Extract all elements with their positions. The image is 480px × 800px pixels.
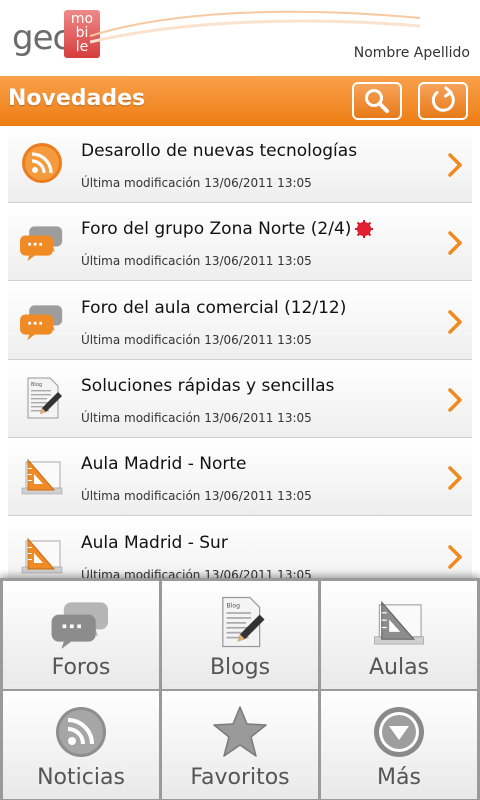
classroom-triangle-icon <box>369 595 429 649</box>
options-menu: Foros Blogs Aulas Noticias Favoritos Más <box>0 578 480 800</box>
menu-item-label: Blogs <box>209 655 271 680</box>
chat-bubbles-icon <box>20 298 64 342</box>
item-title: Soluciones rápidas y sencillas <box>81 376 335 396</box>
refresh-icon <box>431 86 455 112</box>
menu-item-label: Aulas <box>368 655 430 680</box>
item-subtitle: Última modificación 13/06/2011 13:05 <box>81 489 312 503</box>
menu-item-favoritos[interactable]: Favoritos <box>162 691 318 799</box>
chevron-right-icon <box>448 153 462 177</box>
menu-item-aulas[interactable]: Aulas <box>321 581 477 689</box>
header-swoosh-decoration <box>90 10 420 44</box>
menu-item-label: Noticias <box>37 765 125 790</box>
item-subtitle: Última modificación 13/06/2011 13:05 <box>81 333 312 347</box>
menu-item-noticias[interactable]: Noticias <box>3 691 159 799</box>
app-header: gec mo bi le Nombre Apellido <box>0 0 480 76</box>
rss-icon <box>56 707 106 757</box>
list-item[interactable]: Foro del grupo Zona Norte (2/4) Última m… <box>8 205 472 281</box>
menu-item-label: Favoritos <box>190 765 290 790</box>
list-item[interactable]: Soluciones rápidas y sencillas Última mo… <box>8 362 472 438</box>
chat-bubbles-icon <box>51 595 111 649</box>
chat-bubbles-icon <box>20 219 64 263</box>
rss-icon <box>20 141 64 185</box>
title-bar: Novedades <box>0 76 480 126</box>
new-badge-icon <box>355 220 374 238</box>
menu-item-blogs[interactable]: Blogs <box>162 581 318 689</box>
star-icon <box>213 706 267 757</box>
gec-mobile-logo: gec mo bi le <box>12 10 102 60</box>
list-item[interactable]: Desarollo de nuevas tecnologías Última m… <box>8 127 472 203</box>
search-icon <box>365 89 389 113</box>
blog-document-icon <box>210 595 270 649</box>
menu-item-foros[interactable]: Foros <box>3 581 159 689</box>
chevron-right-icon <box>448 545 462 569</box>
menu-item-label: Más <box>377 765 421 790</box>
item-title: Aula Madrid - Sur <box>81 533 228 553</box>
more-arrow-icon <box>374 707 424 757</box>
item-title: Aula Madrid - Norte <box>81 454 247 474</box>
page-title: Novedades <box>8 86 146 111</box>
item-title: Desarollo de nuevas tecnologías <box>81 141 358 161</box>
menu-item-label: Foros <box>51 655 111 680</box>
item-title: Foro del grupo Zona Norte (2/4) <box>81 219 352 239</box>
list-item[interactable]: Aula Madrid - Norte Última modificación … <box>8 440 472 516</box>
item-subtitle: Última modificación 13/06/2011 13:05 <box>81 176 312 190</box>
classroom-triangle-icon <box>20 454 64 498</box>
item-title: Foro del aula comercial (12/12) <box>81 298 347 318</box>
user-name[interactable]: Nombre Apellido <box>354 45 470 61</box>
item-subtitle: Última modificación 13/06/2011 13:05 <box>81 411 312 425</box>
chevron-right-icon <box>448 231 462 255</box>
list-item[interactable]: Foro del aula comercial (12/12) Última m… <box>8 284 472 360</box>
item-subtitle: Última modificación 13/06/2011 13:05 <box>81 254 312 268</box>
logo-gec-text: gec <box>12 18 71 58</box>
chevron-right-icon <box>448 310 462 334</box>
item-title-wrap: Foro del grupo Zona Norte (2/4) <box>81 219 374 239</box>
blog-document-icon <box>20 376 64 420</box>
chevron-right-icon <box>448 388 462 412</box>
chevron-right-icon <box>448 466 462 490</box>
menu-item-mas[interactable]: Más <box>321 691 477 799</box>
search-button[interactable] <box>352 82 402 120</box>
classroom-triangle-icon <box>20 533 64 577</box>
refresh-button[interactable] <box>418 82 468 120</box>
